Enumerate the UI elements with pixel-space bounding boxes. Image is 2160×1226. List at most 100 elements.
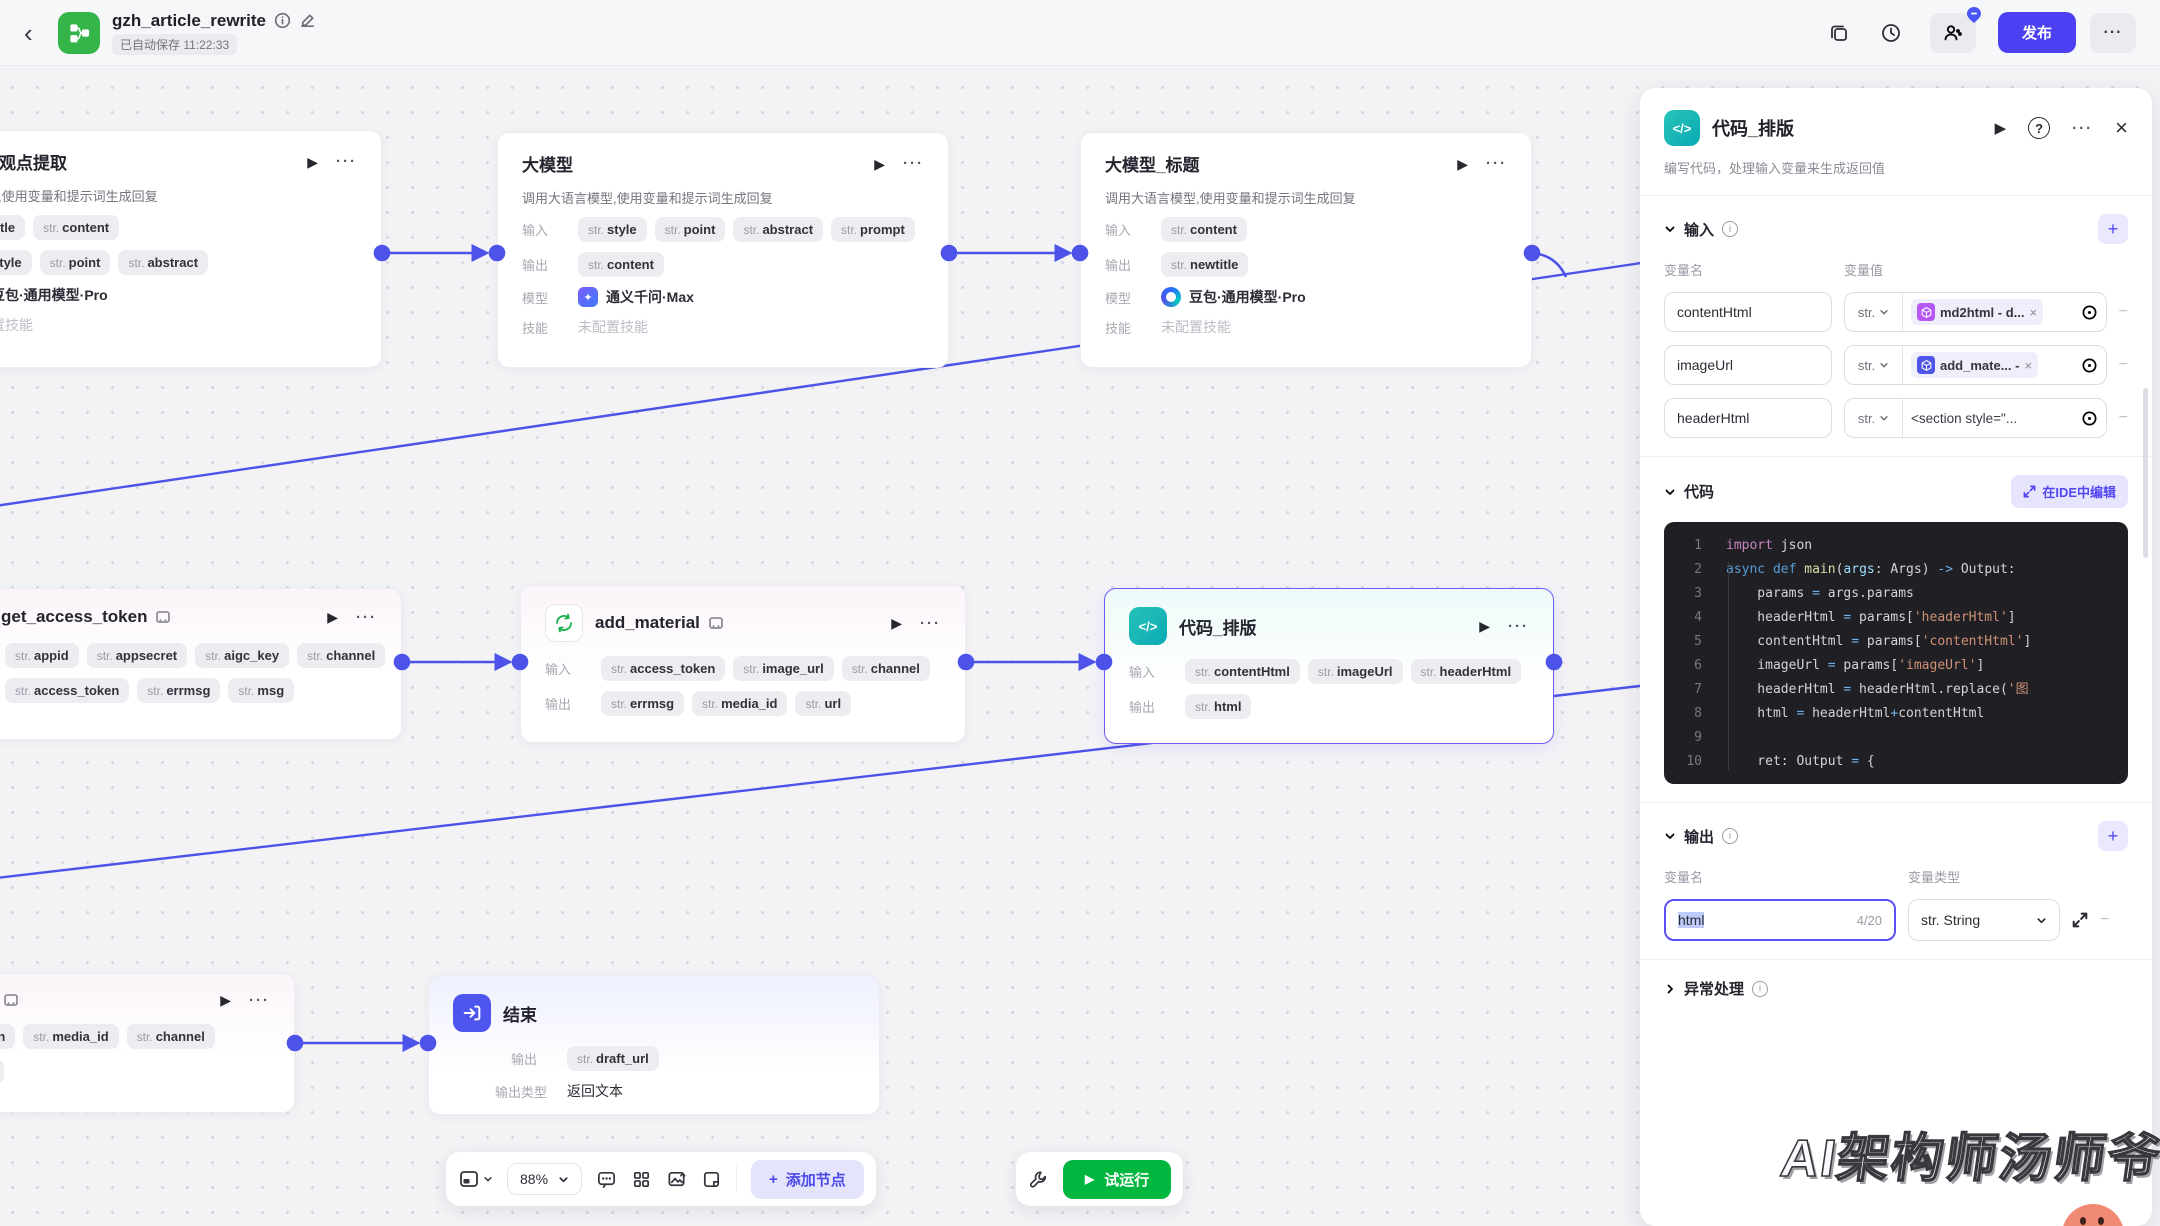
remove-input-button[interactable]: − — [2119, 303, 2128, 321]
var-chip: str. headerHtml — [1410, 659, 1522, 684]
back-button[interactable]: ‹ — [24, 20, 58, 46]
node-more-icon[interactable]: ··· — [1486, 156, 1507, 171]
remove-input-button[interactable]: − — [2119, 409, 2128, 427]
comment-icon[interactable] — [596, 1169, 617, 1190]
output-var-name-input[interactable]: html 4/20 — [1664, 899, 1896, 941]
var-chip: str. contentHtml — [1185, 659, 1300, 684]
add-output-button[interactable]: + — [2098, 821, 2128, 851]
var-chip: str. channel — [126, 1024, 215, 1049]
edit-in-ide-button[interactable]: 在IDE中编辑 — [2011, 475, 2128, 508]
output-type-value: 返回文本 — [567, 1083, 623, 1099]
close-panel-icon[interactable]: × — [2115, 117, 2128, 139]
collaboration-button[interactable] — [1929, 6, 1981, 53]
edit-title-icon[interactable] — [299, 12, 316, 29]
add-input-button[interactable]: + — [2098, 214, 2128, 244]
run-node-icon[interactable]: ▶ — [307, 155, 318, 169]
collapse-caret-icon[interactable] — [1664, 486, 1676, 498]
skill-none-text: 未配置技能 — [1161, 319, 1231, 335]
run-node-icon[interactable]: ▶ — [327, 610, 338, 624]
remove-ref-icon[interactable]: × — [2030, 305, 2038, 320]
output-var-type-select[interactable]: str. String — [1908, 899, 2060, 941]
autosave-status: 已自动保存 11:22:33 — [112, 33, 238, 55]
collapse-caret-icon[interactable] — [1664, 830, 1676, 842]
node-llm[interactable]: 大模型 ▶ ··· 调用大语言模型,使用变量和提示词生成回复 输入 str. st… — [497, 132, 949, 368]
var-chip: str. content — [1161, 217, 1247, 242]
node-get-access-token[interactable]: get_access_token ▶ ··· 输入 str.appid str.… — [0, 588, 402, 740]
var-chip: str. imageUrl — [1307, 659, 1403, 684]
var-name-input[interactable] — [1664, 345, 1832, 385]
input-label: 输入 — [1129, 665, 1156, 680]
expand-icon — [2023, 485, 2036, 498]
var-chip: str.errmsg — [137, 678, 221, 703]
remove-input-button[interactable]: − — [2119, 356, 2128, 374]
node-more-icon[interactable]: ··· — [1508, 619, 1529, 634]
duplicate-icon[interactable] — [1826, 20, 1852, 46]
zoom-level-select[interactable]: 88% — [507, 1163, 583, 1195]
var-name-input[interactable] — [1664, 398, 1832, 438]
expand-output-icon[interactable] — [2072, 912, 2088, 928]
minimap-toggle-icon[interactable] — [458, 1168, 493, 1190]
model-name: 豆包·通用模型·Pro — [0, 287, 108, 303]
node-llm-title[interactable]: 大模型_标题 ▶ ··· 调用大语言模型,使用变量和提示词生成回复 输入 str… — [1080, 132, 1532, 368]
run-node-icon[interactable]: ▶ — [874, 157, 885, 171]
node-code-layout[interactable]: </> 代码_排版 ▶ ··· 输入 str. contentHtml str. i… — [1104, 588, 1554, 744]
select-ref-icon[interactable] — [2081, 410, 2098, 427]
node-extract[interactable]: 观点提取 ▶ ··· 调用大语言模型,使用变量和提示词生成回复 输入 str.t… — [0, 130, 382, 368]
note-icon[interactable] — [701, 1169, 722, 1190]
col-var-name: 变量名 — [1664, 263, 1704, 278]
run-node-icon[interactable]: ▶ — [220, 993, 231, 1007]
panel-more-icon[interactable]: ··· — [2072, 121, 2093, 136]
node-add-material[interactable]: add_material ▶ ··· 输入 str. access_token s… — [520, 585, 966, 743]
block-ref-icon — [1917, 303, 1935, 321]
publish-button[interactable]: 发布 — [1997, 12, 2076, 53]
node-more-icon[interactable]: ··· — [249, 993, 270, 1008]
node-title: 大模型_标题 — [1105, 156, 1200, 175]
expand-caret-icon[interactable] — [1664, 983, 1676, 995]
code-node-config-panel: </> 代码_排版 ▶ ? ··· × 编写代码，处理输入变量来生成返回值 输入… — [1640, 88, 2152, 1226]
node-more-icon[interactable]: ··· — [920, 616, 941, 631]
run-node-icon[interactable]: ▶ — [1457, 157, 1468, 171]
top-bar: ‹ gzh_article_rewrite 已自动保存 11:22:33 发布 … — [0, 0, 2160, 66]
header-more-button[interactable]: ··· — [2090, 12, 2136, 53]
add-material-plugin-icon — [545, 604, 583, 642]
run-node-icon[interactable]: ▶ — [891, 616, 902, 630]
var-literal-value[interactable]: <section style="... — [1911, 411, 2017, 426]
var-chip: str. html — [1185, 694, 1252, 719]
run-node-icon[interactable]: ▶ — [1995, 121, 2007, 136]
remove-ref-icon[interactable]: × — [2024, 358, 2032, 373]
run-node-icon[interactable]: ▶ — [1479, 619, 1490, 633]
group-layout-icon[interactable] — [631, 1169, 652, 1190]
info-icon[interactable] — [274, 12, 291, 29]
var-name-input[interactable] — [1664, 292, 1832, 332]
remove-output-button[interactable]: − — [2100, 911, 2109, 929]
node-end[interactable]: 结束 输出 str. draft_url 输出类型 返回文本 — [428, 975, 880, 1115]
collapse-caret-icon[interactable] — [1664, 223, 1676, 235]
var-type-select[interactable]: str. — [1845, 346, 1903, 384]
node-more-icon[interactable]: ··· — [336, 154, 357, 169]
section-output-title: 输出 — [1684, 828, 1715, 846]
var-type-select[interactable]: str. — [1845, 399, 1903, 437]
skill-none-text: 未配置技能 — [0, 317, 33, 333]
add-node-button[interactable]: + 添加节点 — [751, 1159, 864, 1199]
image-export-icon[interactable] — [666, 1169, 687, 1190]
help-icon[interactable]: ? — [2028, 117, 2051, 139]
code-editor[interactable]: 1 2 3 4 5 6 7 8 9 10 import json async def main(ar… — [1664, 522, 2128, 784]
col-var-value: 变量值 — [1844, 263, 1884, 278]
test-run-button[interactable]: ▶ 试运行 — [1063, 1159, 1172, 1199]
var-chip: str.access_token — [601, 656, 726, 681]
var-chip: str.access_token — [5, 678, 130, 703]
node-more-icon[interactable]: ··· — [903, 156, 924, 171]
wrench-icon[interactable] — [1028, 1169, 1049, 1190]
history-icon[interactable] — [1878, 20, 1904, 46]
node-add-draft[interactable]: ▶ ··· 输入 str.access_token str.media_id s… — [0, 973, 295, 1113]
var-ref-tag[interactable]: md2html - d... × — [1911, 299, 2044, 325]
var-chip: str.access_token — [0, 1024, 16, 1049]
var-ref-tag[interactable]: add_mate... - × — [1911, 352, 2039, 378]
var-type-select[interactable]: str. — [1845, 293, 1903, 331]
select-ref-icon[interactable] — [2081, 304, 2098, 321]
select-ref-icon[interactable] — [2081, 357, 2098, 374]
var-chip: str. channel — [841, 656, 930, 681]
panel-scrollbar[interactable] — [2143, 388, 2148, 558]
code-gutter: 1 2 3 4 5 6 7 8 9 10 — [1686, 538, 1702, 769]
node-more-icon[interactable]: ··· — [356, 610, 377, 625]
